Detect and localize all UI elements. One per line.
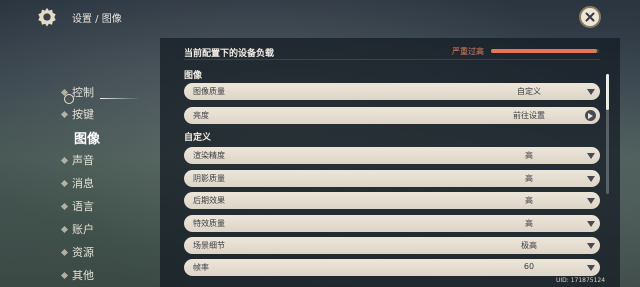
divider bbox=[184, 59, 600, 60]
setting-value: 前往设置 bbox=[513, 111, 545, 120]
caret-down-icon bbox=[585, 150, 596, 161]
device-load-status: 严重过高 bbox=[452, 47, 484, 56]
diamond-icon bbox=[60, 248, 69, 256]
section-title-custom: 自定义 bbox=[184, 133, 212, 143]
diamond-icon bbox=[60, 202, 69, 210]
setting-label: 图像质量 bbox=[193, 87, 225, 96]
sidebar-item-label: 其他 bbox=[72, 269, 94, 282]
sidebar-item-resources[interactable]: 资源 bbox=[60, 243, 94, 261]
setting-value: 自定义 bbox=[517, 87, 541, 96]
sidebar-item-label: 声音 bbox=[72, 154, 94, 167]
caret-down-icon bbox=[585, 262, 596, 273]
sidebar-item-label: 语言 bbox=[72, 200, 94, 213]
uid-label: UID: 171875124 bbox=[556, 277, 606, 284]
sidebar-item-other[interactable]: 其他 bbox=[60, 266, 94, 284]
device-load-bar bbox=[491, 49, 599, 53]
sidebar-item-label: 按键 bbox=[72, 108, 94, 121]
caret-down-icon bbox=[585, 195, 596, 206]
sidebar-item-label: 控制 bbox=[72, 86, 94, 99]
caret-down-icon bbox=[585, 173, 596, 184]
setting-label: 帧率 bbox=[193, 263, 209, 272]
setting-label: 特效质量 bbox=[193, 219, 225, 228]
sidebar-item-label: 消息 bbox=[72, 177, 94, 190]
setting-row-frame-rate[interactable]: 帧率 60 bbox=[184, 259, 600, 276]
setting-label: 亮度 bbox=[193, 111, 209, 120]
setting-row-render-resolution[interactable]: 渲染精度 高 bbox=[184, 147, 600, 164]
setting-label: 渲染精度 bbox=[193, 151, 225, 160]
arrow-right-circle-icon bbox=[585, 110, 596, 121]
caret-down-icon bbox=[585, 86, 596, 97]
diamond-icon bbox=[60, 271, 69, 279]
sidebar-item-graphics[interactable]: 图像 bbox=[64, 128, 101, 147]
breadcrumb: 设置 / 图像 bbox=[72, 14, 122, 25]
setting-value: 极高 bbox=[521, 241, 537, 250]
setting-value: 60 bbox=[523, 262, 535, 271]
scrollbar-thumb[interactable] bbox=[606, 74, 609, 110]
caret-down-icon bbox=[585, 218, 596, 229]
sidebar-item-account[interactable]: 账户 bbox=[60, 220, 94, 238]
setting-value: 高 bbox=[525, 174, 533, 183]
diamond-icon bbox=[60, 110, 69, 118]
top-bar: 设置 / 图像 bbox=[0, 0, 640, 34]
setting-row-brightness[interactable]: 亮度 前往设置 bbox=[184, 107, 600, 124]
active-indicator-line bbox=[100, 98, 140, 99]
scrollbar[interactable] bbox=[606, 74, 609, 194]
setting-row-graphics-quality[interactable]: 图像质量 自定义 bbox=[184, 83, 600, 100]
diamond-icon bbox=[60, 179, 69, 187]
setting-row-scene-detail[interactable]: 场景细节 极高 bbox=[184, 237, 600, 254]
setting-row-shadow-quality[interactable]: 阴影质量 高 bbox=[184, 170, 600, 187]
setting-row-effects-quality[interactable]: 特效质量 高 bbox=[184, 215, 600, 232]
close-button[interactable] bbox=[579, 6, 601, 28]
diamond-icon bbox=[60, 156, 69, 164]
section-title-graphics: 图像 bbox=[184, 71, 203, 81]
setting-value: 高 bbox=[525, 196, 533, 205]
sidebar-item-audio[interactable]: 声音 bbox=[60, 151, 94, 169]
setting-value: 高 bbox=[525, 219, 533, 228]
setting-label: 阴影质量 bbox=[193, 174, 225, 183]
setting-label: 后期效果 bbox=[193, 196, 225, 205]
setting-value: 高 bbox=[525, 151, 533, 160]
sidebar-item-language[interactable]: 语言 bbox=[60, 197, 94, 215]
device-load-bar-fill bbox=[491, 49, 597, 53]
close-icon bbox=[585, 12, 595, 22]
gear-icon bbox=[38, 7, 56, 27]
diamond-icon bbox=[60, 225, 69, 233]
setting-label: 场景细节 bbox=[193, 241, 225, 250]
sidebar-item-keys[interactable]: 按键 bbox=[60, 105, 94, 123]
sidebar-item-label: 资源 bbox=[72, 246, 94, 259]
setting-row-post-processing[interactable]: 后期效果 高 bbox=[184, 192, 600, 209]
sidebar-item-messages[interactable]: 消息 bbox=[60, 174, 94, 192]
sidebar-item-label: 图像 bbox=[74, 131, 101, 147]
sidebar-item-label: 账户 bbox=[72, 223, 94, 236]
active-indicator-icon bbox=[64, 94, 74, 104]
device-load-title: 当前配置下的设备负载 bbox=[184, 49, 275, 59]
caret-down-icon bbox=[585, 240, 596, 251]
